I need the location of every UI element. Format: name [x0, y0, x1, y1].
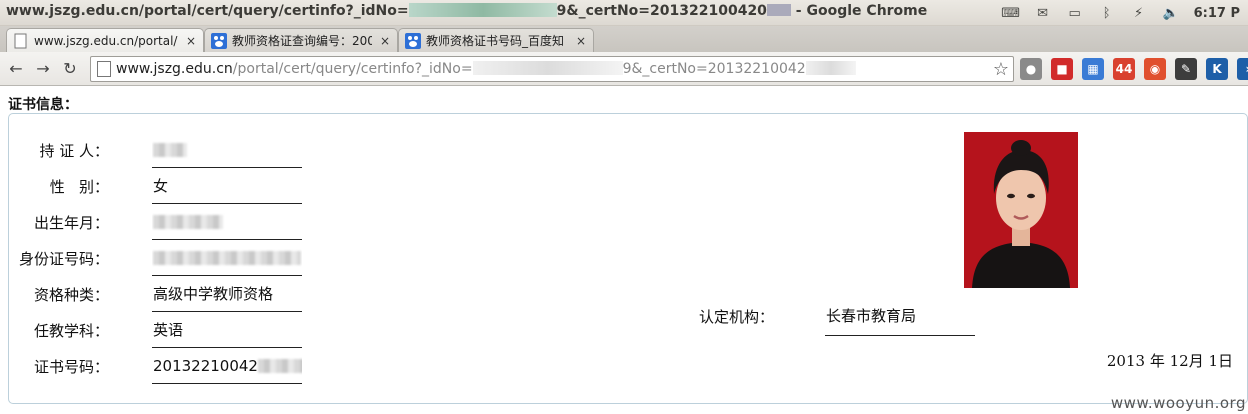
close-icon[interactable]: ×	[183, 34, 199, 48]
window-title: www.jszg.edu.cn/portal/cert/query/certin…	[6, 3, 927, 19]
tab-label: www.jszg.edu.cn/portal/c	[34, 33, 178, 48]
cert-number-text: 20132210042	[153, 357, 258, 375]
volume-icon[interactable]: 🔈	[1162, 5, 1180, 21]
field-value: 英语	[152, 312, 302, 348]
keyboard-icon[interactable]: ⌨	[1001, 5, 1020, 21]
authority-value: 长春市教育局	[825, 304, 975, 336]
field-value	[152, 240, 302, 276]
tab-label: 教师资格证查询编号：200	[232, 34, 372, 48]
tab-baidu-2[interactable]: 教师资格证书号码_百度知 ×	[398, 28, 594, 52]
forward-button[interactable]: →	[33, 58, 53, 78]
redacted-birth	[153, 215, 223, 229]
redacted-id	[153, 251, 301, 265]
url-mid: 9&_certNo=20132210042	[622, 61, 806, 77]
field-value: 女	[152, 168, 302, 204]
certificate-card: 持 证 人： 性 别： 女 出生年月： 身份证号码： 资格种类： 高级中学教师资…	[8, 113, 1248, 404]
field-cert-number: 证书号码： 20132210042	[9, 348, 319, 384]
page-icon	[14, 33, 27, 48]
title-mid: 9&_certNo=201322100420	[556, 3, 767, 19]
field-birth: 出生年月：	[9, 204, 319, 240]
page-icon	[97, 61, 111, 77]
field-qualification: 资格种类： 高级中学教师资格	[9, 276, 319, 312]
holder-photo	[964, 132, 1078, 288]
page-content: 证书信息： 持 证 人： 性 别： 女 出生年月： 身份证号码： 资格种类： 高…	[0, 87, 1248, 414]
field-label: 出生年月：	[33, 214, 109, 232]
close-icon[interactable]: ×	[377, 34, 393, 48]
close-icon[interactable]: ×	[573, 34, 589, 48]
k-ext-icon[interactable]: K	[1206, 58, 1228, 80]
mail-icon[interactable]: ✉	[1034, 5, 1052, 21]
bluetooth-icon[interactable]: ᛒ	[1098, 5, 1116, 21]
redacted-name	[153, 143, 187, 157]
globe-ext-icon[interactable]: ●	[1020, 58, 1042, 80]
watermark: www.wooyun.org	[1110, 394, 1246, 412]
system-tray: ⌨ ✉ ▭ ᛒ ⚡ 🔈 6:17 P	[1001, 3, 1240, 23]
title-prefix: www.jszg.edu.cn/portal/cert/query/certin…	[6, 3, 409, 19]
url-host: www.jszg.edu.cn	[116, 61, 233, 77]
evernote-ext-icon[interactable]: ✎	[1175, 58, 1197, 80]
tab-label: 教师资格证书号码_百度知	[426, 34, 565, 48]
field-gender: 性 别： 女	[9, 168, 319, 204]
redacted-cert	[766, 4, 791, 16]
field-value: 高级中学教师资格	[152, 276, 302, 312]
stop-ext-icon[interactable]: ■	[1051, 58, 1073, 80]
field-label: 身份证号码：	[18, 250, 109, 268]
issue-date: 2013 年 12月 1日	[1106, 352, 1233, 370]
address-bar[interactable]: www.jszg.edu.cn/portal/cert/query/certin…	[90, 56, 1014, 82]
gmail-ext-icon[interactable]: 44	[1113, 58, 1135, 80]
title-suffix: - Google Chrome	[790, 3, 928, 19]
baidu-paw-icon	[211, 32, 227, 49]
redacted-cert	[257, 359, 302, 373]
tab-jszg[interactable]: www.jszg.edu.cn/portal/c ×	[6, 28, 204, 52]
clock[interactable]: 6:17 P	[1194, 5, 1240, 21]
back-button[interactable]: ←	[6, 58, 26, 78]
weibo-ext-icon[interactable]: ◉	[1144, 58, 1166, 80]
field-label: 任教学科：	[33, 322, 109, 340]
overflow-ext-icon[interactable]: ›	[1237, 58, 1248, 80]
redacted-id	[408, 3, 557, 17]
window-titlebar: www.jszg.edu.cn/portal/cert/query/certin…	[0, 0, 1248, 26]
field-value: 20132210042	[152, 348, 302, 384]
url-text[interactable]: www.jszg.edu.cn/portal/cert/query/certin…	[116, 61, 856, 77]
calendar-ext-icon[interactable]: ▦	[1082, 58, 1104, 80]
section-title: 证书信息：	[8, 97, 78, 113]
field-holder: 持 证 人：	[9, 132, 319, 168]
tab-strip: www.jszg.edu.cn/portal/c × 教师资格证查询编号：200…	[0, 26, 1248, 72]
field-value	[152, 132, 302, 168]
field-label: 性 别：	[44, 178, 109, 196]
field-label: 资格种类：	[33, 286, 109, 304]
field-label: 持 证 人：	[39, 142, 109, 160]
bookmark-star-icon[interactable]: ☆	[993, 59, 1009, 80]
network-icon[interactable]: ⚡	[1130, 5, 1148, 21]
authority-label: 认定机构：	[699, 308, 775, 326]
field-subject: 任教学科： 英语	[9, 312, 319, 348]
field-value	[152, 204, 302, 240]
tab-baidu-1[interactable]: 教师资格证查询编号：200 ×	[204, 28, 398, 52]
browser-toolbar: ← → ↻ www.jszg.edu.cn/portal/cert/query/…	[0, 52, 1248, 86]
battery-icon[interactable]: ▭	[1066, 5, 1084, 21]
url-path: /portal/cert/query/certinfo?_idNo=	[232, 61, 473, 77]
field-id-number: 身份证号码：	[9, 240, 319, 276]
reload-button[interactable]: ↻	[60, 58, 80, 78]
redacted-id	[472, 61, 623, 75]
baidu-paw-icon	[405, 32, 421, 49]
field-label: 证书号码：	[33, 358, 109, 376]
redacted-cert	[805, 61, 856, 75]
